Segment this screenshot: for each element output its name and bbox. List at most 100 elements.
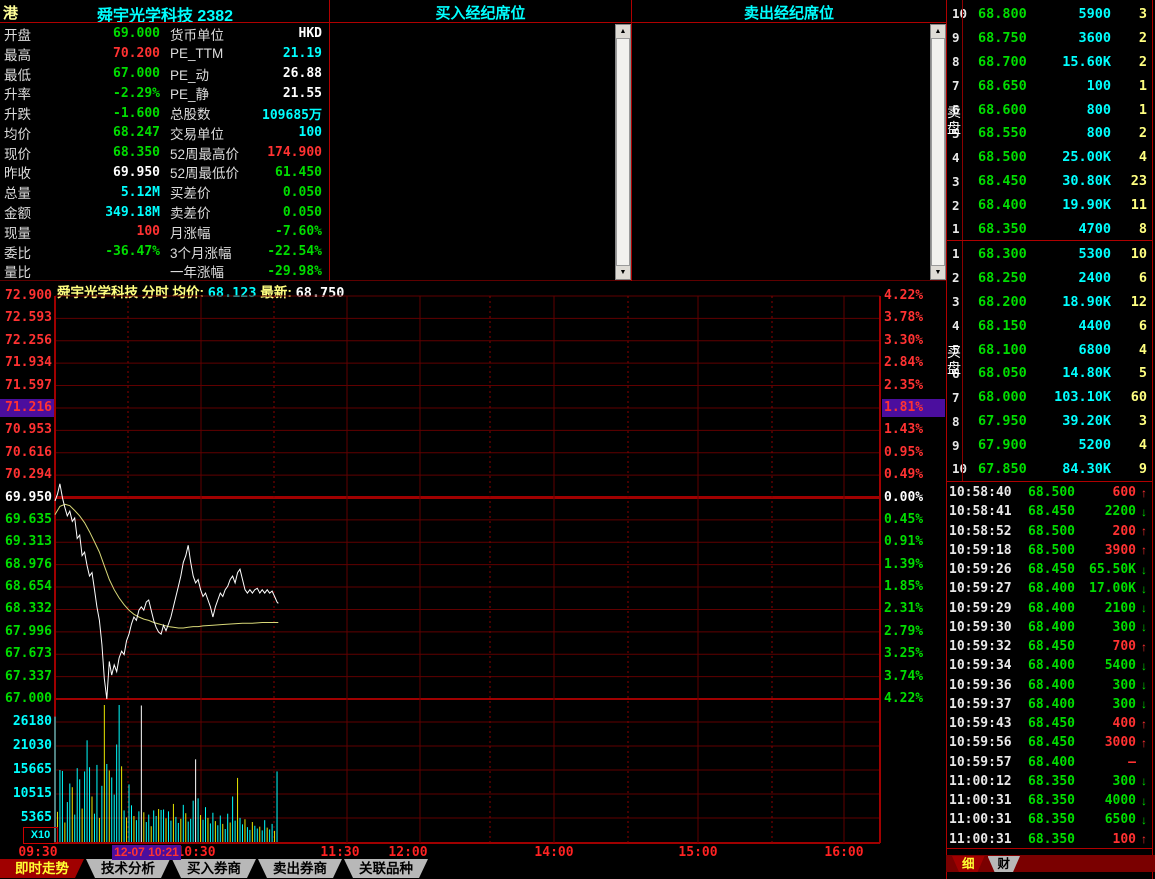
scroll-thumb[interactable] — [931, 38, 945, 266]
time-axis-label: 14:00 — [526, 845, 582, 860]
orderbook-row[interactable]: 268.25024006 — [947, 266, 1152, 290]
cursor-time-label: 12-07 10:21 — [112, 845, 181, 860]
orderbook-row[interactable]: 268.40019.90K11 — [947, 193, 1152, 217]
quote-label: 卖差价 — [160, 202, 262, 222]
percent-axis-label: 0.00% — [884, 490, 940, 506]
quote-value: 0.050 — [262, 185, 328, 200]
buy-broker-list — [330, 23, 631, 279]
tick-price: 68.400 — [1019, 697, 1075, 712]
level-count: 5 — [1111, 365, 1152, 381]
level-price: 68.150 — [978, 318, 1040, 334]
detail-tabs: 细财 — [952, 856, 1020, 872]
orderbook-row[interactable]: 368.45030.80K23 — [947, 169, 1152, 193]
quote-value: 61.450 — [262, 165, 328, 180]
tab-细[interactable]: 细 — [952, 856, 985, 872]
quote-row: 量比一年涨幅-29.98% — [0, 262, 328, 282]
tick-price: 68.500 — [1019, 524, 1075, 539]
scroll-up-button[interactable]: ▲ — [931, 25, 945, 38]
tab-买入券商[interactable]: 买入券商 — [172, 859, 256, 878]
level-volume: 6800 — [1040, 342, 1111, 358]
price-axis-label: 71.216 — [1, 400, 52, 416]
tick-volume: 700 — [1075, 639, 1136, 654]
quote-row: 最高70.200PE_TTM21.19 — [0, 44, 328, 64]
orderbook-row[interactable]: 967.90052004 — [947, 433, 1152, 457]
level-volume: 15.60K — [1040, 54, 1111, 70]
quote-value: -2.29% — [62, 86, 160, 101]
tick-row: 10:59:3468.4005400↓ — [947, 656, 1152, 675]
level-price: 68.750 — [978, 30, 1040, 46]
tick-time: 10:59:32 — [947, 639, 1019, 654]
level-volume: 19.90K — [1040, 197, 1111, 213]
level-volume: 25.00K — [1040, 149, 1111, 165]
divider — [946, 848, 1153, 849]
level-count: 1 — [1111, 78, 1152, 94]
tab-技术分析[interactable]: 技术分析 — [86, 859, 170, 878]
orderbook-row[interactable]: 468.50025.00K4 — [947, 145, 1152, 169]
level-price: 68.600 — [978, 102, 1040, 118]
scroll-down-button[interactable]: ▼ — [931, 266, 945, 279]
level-count: 4 — [1111, 437, 1152, 453]
orderbook-row[interactable]: 1068.80059003 — [947, 2, 1152, 26]
orderbook-row[interactable]: 867.95039.20K3 — [947, 409, 1152, 433]
tick-volume: 300 — [1075, 620, 1136, 635]
tick-volume: 3900 — [1075, 543, 1136, 558]
intraday-chart[interactable] — [0, 281, 946, 858]
price-line — [55, 484, 278, 699]
up-arrow-icon: ↑ — [1136, 832, 1152, 846]
price-axis-label: 69.635 — [1, 512, 52, 528]
quote-value: 5.12M — [62, 185, 160, 200]
orderbook-row[interactable]: 768.6501001 — [947, 74, 1152, 98]
orderbook-row[interactable]: 368.20018.90K12 — [947, 290, 1152, 314]
percent-axis-label: 1.39% — [884, 557, 940, 573]
orderbook-row[interactable]: 1067.85084.30K9 — [947, 457, 1152, 481]
quote-row: 委比-36.47%3个月涨幅-22.54% — [0, 242, 328, 262]
level-count: 2 — [1111, 30, 1152, 46]
tab-财[interactable]: 财 — [988, 856, 1021, 872]
quote-value: 68.247 — [62, 125, 160, 140]
level-volume: 100 — [1040, 78, 1111, 94]
scrollbar[interactable]: ▲ ▼ — [615, 24, 631, 280]
scroll-up-button[interactable]: ▲ — [616, 25, 630, 38]
orderbook-row[interactable]: 568.5508002 — [947, 121, 1152, 145]
volume-axis-label: 5365 — [1, 810, 52, 826]
percent-axis-label: 3.25% — [884, 646, 940, 662]
tick-time: 11:00:31 — [947, 793, 1019, 808]
tab-卖出券商[interactable]: 卖出券商 — [258, 859, 342, 878]
orderbook-row[interactable]: 968.75036002 — [947, 26, 1152, 50]
quote-label: 交易单位 — [160, 123, 262, 143]
level-volume: 4400 — [1040, 318, 1111, 334]
quote-value: -29.98% — [262, 264, 328, 279]
orderbook-row[interactable]: 568.10068004 — [947, 338, 1152, 362]
price-axis-label: 69.313 — [1, 534, 52, 550]
orderbook-row[interactable]: 468.15044006 — [947, 314, 1152, 338]
orderbook-row[interactable]: 668.05014.80K5 — [947, 361, 1152, 385]
quote-value: 100 — [262, 125, 328, 140]
price-axis-label: 68.332 — [1, 601, 52, 617]
quote-value: -36.47% — [62, 244, 160, 259]
tick-row: 10:58:4068.500600↑ — [947, 483, 1152, 502]
tick-price: 68.500 — [1019, 543, 1075, 558]
divider — [1152, 0, 1153, 879]
tab-即时走势[interactable]: 即时走势 — [0, 859, 84, 878]
orderbook-row[interactable]: 168.300530010 — [947, 242, 1152, 266]
tick-volume: 400 — [1075, 716, 1136, 731]
scroll-thumb[interactable] — [616, 38, 630, 266]
tick-time: 10:59:34 — [947, 658, 1019, 673]
tab-关联品种[interactable]: 关联品种 — [344, 859, 428, 878]
orderbook-row[interactable]: 768.000103.10K60 — [947, 385, 1152, 409]
price-axis-label: 71.597 — [1, 378, 52, 394]
tick-volume: 3000 — [1075, 735, 1136, 750]
orderbook-row[interactable]: 868.70015.60K2 — [947, 50, 1152, 74]
tick-price: 68.400 — [1019, 581, 1075, 596]
percent-axis-label: 2.35% — [884, 378, 940, 394]
orderbook-row[interactable]: 168.35047008 — [947, 217, 1152, 241]
scrollbar[interactable]: ▲ ▼ — [930, 24, 946, 280]
quote-value: 109685万 — [262, 104, 328, 123]
quote-label: 总量 — [0, 182, 62, 202]
quote-value: 26.88 — [262, 66, 328, 81]
scroll-down-button[interactable]: ▼ — [616, 266, 630, 279]
orderbook-row[interactable]: 668.6008001 — [947, 98, 1152, 122]
tick-volume: — — [1075, 755, 1136, 770]
percent-axis-label: 4.22% — [884, 288, 940, 304]
down-arrow-icon: ↓ — [1136, 774, 1152, 788]
